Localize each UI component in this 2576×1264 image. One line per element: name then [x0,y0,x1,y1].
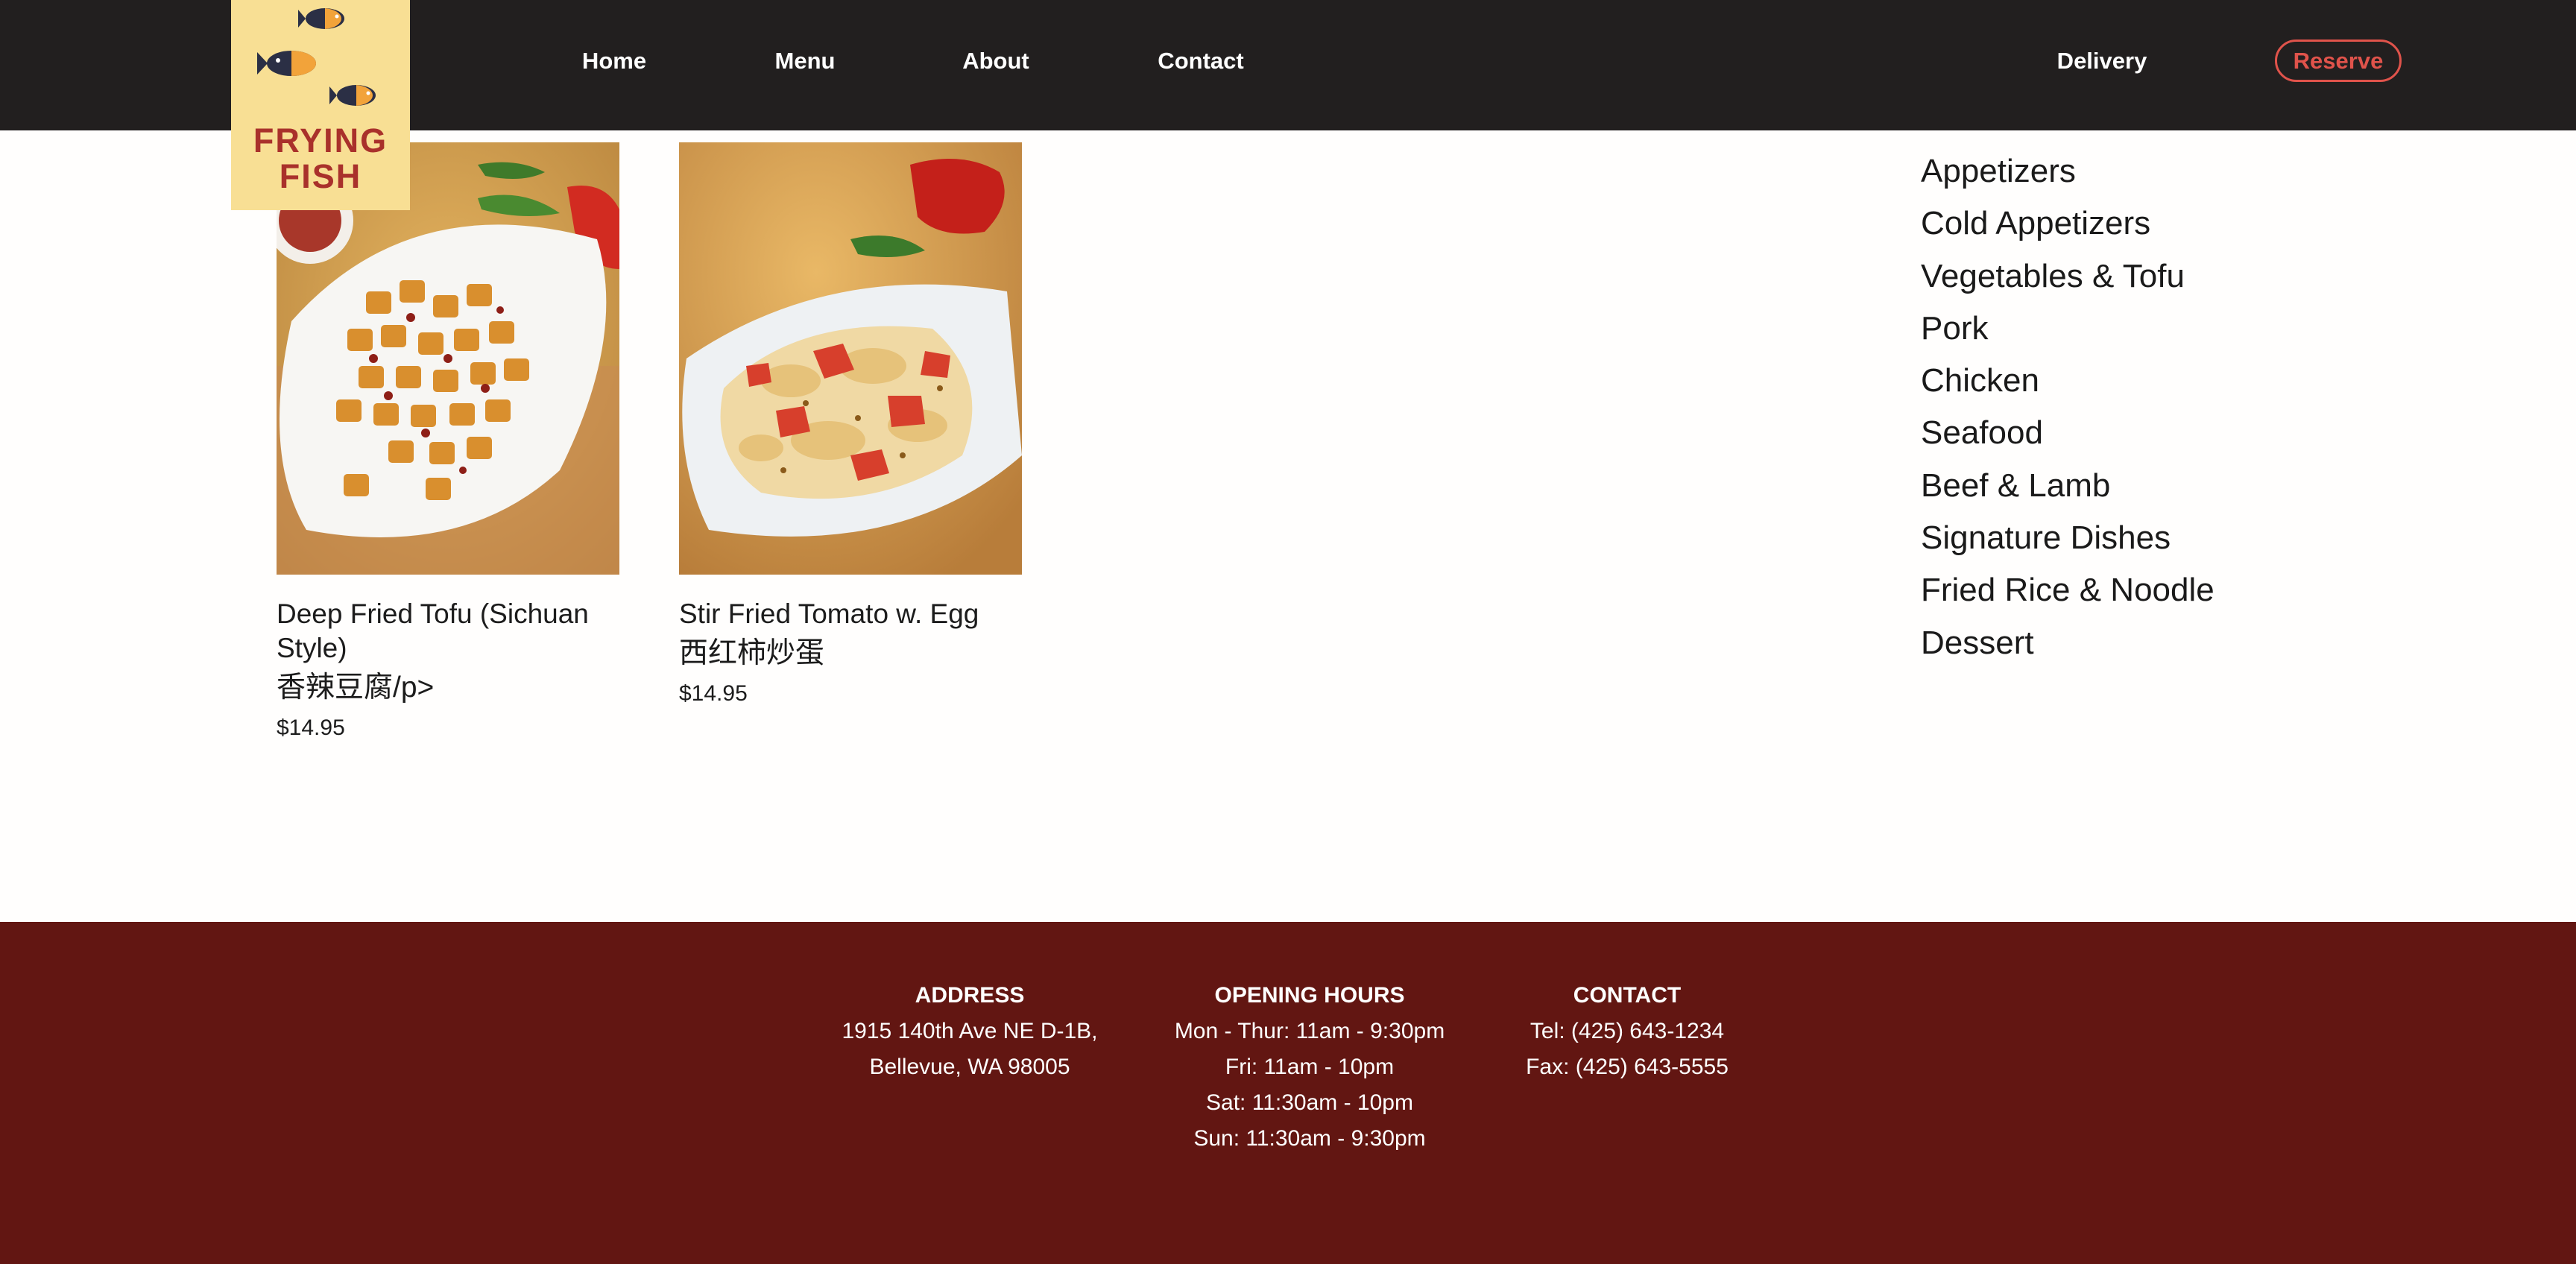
category-link-dessert[interactable]: Dessert [1921,617,2214,669]
footer-heading-hours: OPENING HOURS [1214,983,1405,1008]
dish-card[interactable]: Stir Fried Tomato w. Egg 西红柿炒蛋 $14.95 [679,142,1022,710]
category-link-cold-appetizers[interactable]: Cold Appetizers [1921,197,2214,250]
category-link-appetizers[interactable]: Appetizers [1921,145,2214,197]
footer-address-line: 1915 140th Ave NE D-1B, [842,1019,1098,1043]
dish-name[interactable]: Deep Fried Tofu (Sichuan Style) [277,597,619,666]
nav-link-contact[interactable]: Contact [1158,48,1243,75]
dish-price: $14.95 [277,715,345,740]
category-link-seafood[interactable]: Seafood [1921,407,2214,459]
fish-icon [298,8,344,29]
footer-opening-hours: OPENING HOURS Mon - Thur: 11am - 9:30pm … [1175,978,1445,1157]
dish-name-chinese: 西红柿炒蛋 [679,637,825,669]
footer-address: ADDRESS 1915 140th Ave NE D-1B, Bellevue… [842,978,1097,1085]
nav-link-menu[interactable]: Menu [775,48,836,75]
footer-phone[interactable]: Tel: (425) 643-1234 [1526,1014,1729,1049]
category-link-beef-lamb[interactable]: Beef & Lamb [1921,460,2214,512]
site-footer: ADDRESS 1915 140th Ave NE D-1B, Bellevue… [0,922,2576,1264]
frying-fish-logo[interactable]: FRYING FISH [231,0,410,210]
nav-link-about[interactable]: About [962,48,1029,75]
footer-fax: Fax: (425) 643-5555 [1526,1055,1729,1079]
footer-hours-line: Sun: 11:30am - 9:30pm [1193,1126,1426,1151]
logo-text-frying: FRYING [253,121,388,159]
footer-heading-address: ADDRESS [915,983,1025,1008]
dish-card[interactable]: Deep Fried Tofu (Sichuan Style) 香辣豆腐/p> … [277,142,619,745]
nav-link-delivery[interactable]: Delivery [2057,48,2147,75]
category-link-chicken[interactable]: Chicken [1921,355,2214,407]
fish-icon [257,51,316,76]
footer-contact: CONTACT Tel: (425) 643-1234 Fax: (425) 6… [1526,978,1729,1085]
logo-text-fish: FISH [279,157,362,195]
footer-hours-line: Fri: 11am - 10pm [1225,1055,1395,1079]
category-link-vegetables-tofu[interactable]: Vegetables & Tofu [1921,250,2214,303]
footer-heading-contact: CONTACT [1573,983,1682,1008]
footer-address-line: Bellevue, WA 98005 [869,1055,1070,1079]
dish-price: $14.95 [679,681,748,706]
dish-name[interactable]: Stir Fried Tomato w. Egg [679,597,1022,631]
menu-category-list: Appetizers Cold Appetizers Vegetables & … [1921,145,2214,669]
footer-hours-line: Sat: 11:30am - 10pm [1206,1090,1413,1115]
category-link-signature-dishes[interactable]: Signature Dishes [1921,512,2214,564]
dish-photo-stir-fried-tomato-egg[interactable] [679,142,1022,575]
dish-name-chinese: 香辣豆腐/p> [277,672,435,704]
footer-hours-line: Mon - Thur: 11am - 9:30pm [1174,1019,1445,1043]
category-link-fried-rice-noodle[interactable]: Fried Rice & Noodle [1921,564,2214,616]
category-link-pork[interactable]: Pork [1921,303,2214,355]
nav-link-home[interactable]: Home [582,48,646,75]
reserve-button[interactable]: Reserve [2275,40,2402,82]
fish-icon [329,85,376,106]
